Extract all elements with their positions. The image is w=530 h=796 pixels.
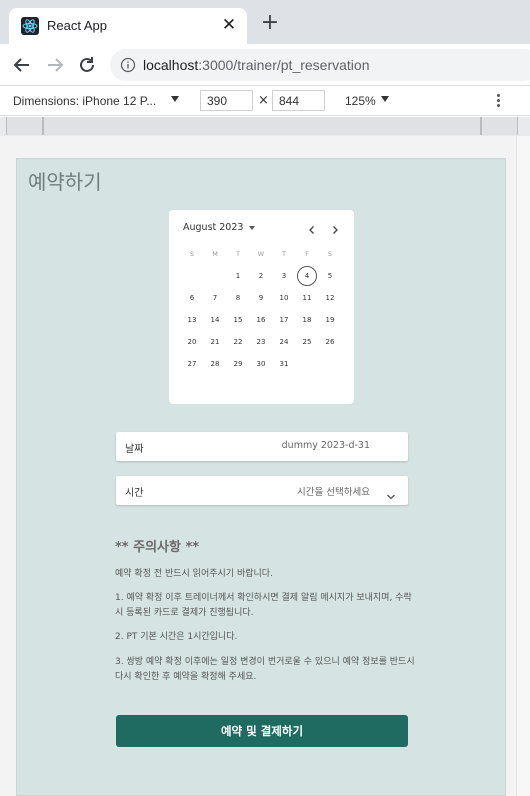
- weekday-label: S: [189, 250, 195, 258]
- info-icon[interactable]: [120, 57, 136, 73]
- media-query-ruler: [0, 117, 530, 136]
- calendar-day[interactable]: 6: [182, 288, 202, 308]
- date-field-value: dummy 2023-d-31: [281, 440, 370, 451]
- forward-arrow-icon[interactable]: [43, 53, 67, 77]
- calendar-day[interactable]: 16: [251, 310, 271, 330]
- address-bar[interactable]: localhost:3000/trainer/pt_reservation: [110, 49, 530, 81]
- calendar-day[interactable]: 30: [251, 354, 271, 374]
- ruler-segment[interactable]: [6, 117, 43, 135]
- calendar-day[interactable]: 11: [297, 288, 317, 308]
- calendar-day[interactable]: 24: [274, 332, 294, 352]
- weekday-label: T: [236, 250, 240, 258]
- calendar-day[interactable]: 3: [274, 266, 294, 286]
- calendar-day[interactable]: 20: [182, 332, 202, 352]
- ruler-segment[interactable]: [481, 117, 518, 135]
- calendar-day[interactable]: 12: [320, 288, 340, 308]
- calendar-day[interactable]: 28: [205, 354, 225, 374]
- calendar-day[interactable]: 22: [228, 332, 248, 352]
- calendar-day[interactable]: 14: [205, 310, 225, 330]
- dimension-separator: ×: [258, 93, 269, 108]
- calendar-day[interactable]: 26: [320, 332, 340, 352]
- calendar-month-label[interactable]: August 2023: [183, 222, 243, 233]
- calendar-day[interactable]: 25: [297, 332, 317, 352]
- notice-title: ** 주의사항 **: [115, 540, 200, 555]
- device-toolbar: Dimensions: iPhone 12 P... 390 × 844 125…: [0, 86, 530, 116]
- calendar-day[interactable]: 21: [205, 332, 225, 352]
- calendar-day[interactable]: 31: [274, 354, 294, 374]
- calendar-day[interactable]: 19: [320, 310, 340, 330]
- calendar-day[interactable]: 2: [251, 266, 271, 286]
- weekday-label: F: [305, 250, 309, 258]
- calendar-day[interactable]: 15: [228, 310, 248, 330]
- chevron-right-icon[interactable]: [329, 221, 341, 234]
- chevron-left-icon[interactable]: [306, 221, 318, 234]
- chevron-down-icon[interactable]: [171, 96, 179, 102]
- chevron-down-icon[interactable]: [386, 486, 396, 500]
- back-arrow-icon[interactable]: [10, 53, 34, 77]
- weekday-label: T: [282, 250, 286, 258]
- date-field[interactable]: 날짜 dummy 2023-d-31: [116, 432, 408, 461]
- calendar-day[interactable]: 18: [297, 310, 317, 330]
- calendar-day[interactable]: 29: [228, 354, 248, 374]
- devtools-panel-edge: [516, 136, 530, 796]
- zoom-select[interactable]: 125%: [345, 94, 376, 108]
- calendar-day[interactable]: 10: [274, 288, 294, 308]
- weekday-label: M: [212, 250, 218, 258]
- calendar-day[interactable]: 17: [274, 310, 294, 330]
- device-select[interactable]: Dimensions: iPhone 12 P...: [13, 94, 156, 108]
- notice-text: 2. PT 기본 시간은 1시간입니다.: [115, 632, 238, 642]
- calendar-day-today[interactable]: 4: [297, 266, 317, 286]
- new-tab-button[interactable]: +: [258, 12, 282, 36]
- calendar-day[interactable]: 1: [228, 266, 248, 286]
- height-input[interactable]: 844: [272, 90, 325, 111]
- browser-toolbar: localhost:3000/trainer/pt_reservation: [0, 44, 530, 86]
- page-title: 예약하기: [28, 170, 102, 194]
- calendar-day[interactable]: 8: [228, 288, 248, 308]
- url-text: localhost:3000/trainer/pt_reservation: [143, 57, 370, 73]
- tab-strip: React App ✕ +: [0, 0, 530, 44]
- reload-icon[interactable]: [75, 53, 99, 77]
- calendar-day[interactable]: 13: [182, 310, 202, 330]
- calendar-day[interactable]: 23: [251, 332, 271, 352]
- reserve-pay-button[interactable]: 예약 및 결제하기: [116, 715, 408, 747]
- more-options-icon[interactable]: [493, 93, 503, 109]
- close-tab-icon[interactable]: ✕: [219, 15, 239, 35]
- time-select[interactable]: 시간 시간을 선택하세요: [116, 476, 408, 505]
- calendar-day[interactable]: 27: [182, 354, 202, 374]
- chevron-down-icon[interactable]: [249, 226, 255, 230]
- date-field-label: 날짜: [125, 444, 144, 455]
- time-field-label: 시간: [125, 488, 144, 499]
- calendar-day[interactable]: 7: [205, 288, 225, 308]
- weekday-label: S: [327, 250, 333, 258]
- time-select-placeholder: 시간을 선택하세요: [297, 487, 370, 498]
- react-logo-icon: [21, 17, 39, 35]
- width-input[interactable]: 390: [200, 90, 253, 111]
- calendar-day[interactable]: 5: [320, 266, 340, 286]
- weekday-label: W: [257, 250, 265, 258]
- tab-title: React App: [47, 18, 107, 33]
- notice-text: 3. 쌍방 예약 확정 이후에는 일정 변경이 번거로울 수 있으니 예약 정보…: [115, 657, 415, 682]
- ruler-segment[interactable]: [43, 117, 481, 135]
- notice-text: 1. 예약 확정 이후 트레이너께서 확인하시면 결제 알림 메시지가 보내지며…: [115, 593, 412, 618]
- browser-tab[interactable]: React App ✕: [9, 8, 247, 44]
- calendar-day[interactable]: 9: [251, 288, 271, 308]
- chevron-down-icon[interactable]: [381, 96, 389, 102]
- notice-text: 예약 확정 전 반드시 읽어주시기 바랍니다.: [115, 569, 273, 579]
- date-calendar: August 2023 S M T W T F S 1 2 3 4 5 6 7 8 9 10 11 12 13 14 15…: [169, 210, 354, 404]
